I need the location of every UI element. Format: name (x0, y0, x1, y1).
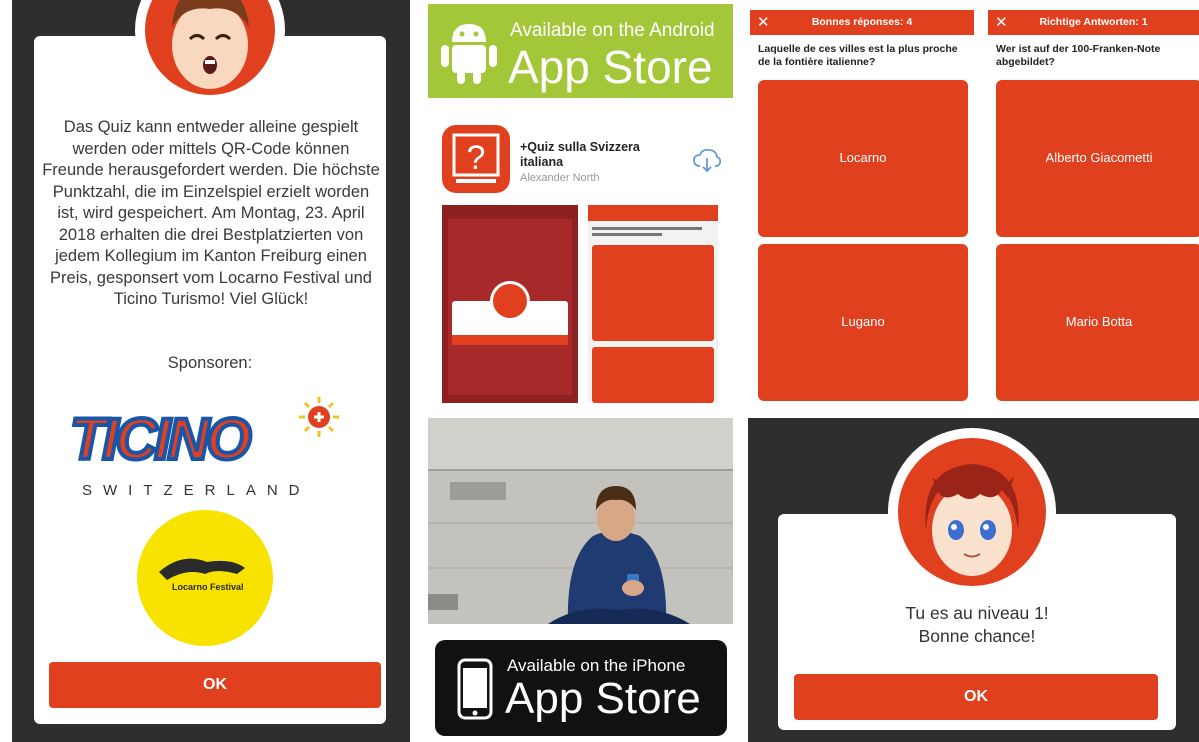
score-label-fr: Bonnes réponses: 4 (811, 16, 913, 28)
quiz-screen-fr: Bonnes réponses: 4 ✕ Laquelle de ces vil… (750, 10, 974, 410)
svg-text:Locarno Festival: Locarno Festival (172, 582, 244, 592)
sponsors-heading: Sponsoren: (167, 354, 253, 372)
level-line1: Tu es au niveau 1! (905, 603, 1049, 623)
screenshot-thumbnail-1[interactable] (442, 205, 578, 403)
android-badge-line2: App Store (508, 41, 713, 93)
app-author: Alexander North (520, 172, 600, 184)
app-icon[interactable]: ? (442, 125, 510, 193)
android-app-store-badge[interactable]: Available on the Android App Store (428, 4, 733, 98)
screenshot-thumbnail-2[interactable] (588, 205, 718, 403)
answer-label: Locarno (839, 150, 887, 165)
answer-button-giacometti[interactable]: Alberto Giacometti (996, 80, 1199, 237)
answer-label: Alberto Giacometti (1045, 150, 1153, 165)
svg-text:?: ? (467, 139, 486, 177)
iphone-badge-line2: App Store (505, 674, 701, 723)
answer-button-locarno[interactable]: Locarno (758, 80, 968, 237)
iphone-badge-line1: Available on the iPhone (507, 656, 686, 675)
app-title: +Quiz sulla Svizzera italiana (520, 140, 640, 169)
quiz-screen-de: Richtige Antworten: 1 ✕ Wer ist auf der … (988, 10, 1199, 410)
iphone-app-store-badge[interactable]: Available on the iPhone App Store (435, 640, 727, 736)
quiz-header-de: Richtige Antworten: 1 ✕ (988, 10, 1199, 35)
android-robot-icon (441, 24, 497, 84)
svg-text:SWITZERLAND: SWITZERLAND (82, 482, 311, 499)
intro-description: Das Quiz kann entweder alleine gespielt … (42, 118, 380, 308)
quiz-header-fr: Bonnes réponses: 4 ✕ (750, 10, 974, 35)
question-text-fr: Laquelle de ces villes est la plus proch… (758, 43, 958, 68)
locarno-festival-logo: Locarno Festival (137, 510, 273, 646)
level-dialog-backdrop: Tu es au niveau 1! Bonne chance! OK (748, 418, 1199, 742)
ok-button[interactable]: OK (49, 662, 381, 708)
question-mark-icon: ? (452, 133, 500, 183)
close-icon[interactable]: ✕ (995, 10, 1008, 35)
store-panel: Available on the Android App Store ? +Qu… (420, 0, 740, 742)
answer-button-botta[interactable]: Mario Botta (996, 244, 1199, 401)
svg-text:TICINO: TICINO (70, 407, 251, 472)
score-label-de: Richtige Antworten: 1 (1039, 16, 1148, 28)
answer-label: Mario Botta (1065, 314, 1133, 329)
cloud-download-icon[interactable] (692, 148, 722, 174)
question-text-de: Wer ist auf der 100-Franken-Note abgebil… (996, 43, 1161, 68)
student-photo (428, 418, 733, 624)
mascot-smiling-icon (925, 464, 1019, 576)
answer-button-lugano[interactable]: Lugano (758, 244, 968, 401)
android-badge-line1: Available on the Android (510, 20, 715, 41)
level-line2: Bonne chance! (918, 626, 1036, 646)
ticino-logo: TICINO SWITZERLAND (62, 395, 362, 505)
intro-panel: Das Quiz kann entweder alleine gespielt … (12, 0, 410, 742)
answer-label: Lugano (841, 314, 885, 329)
quiz-panel: Bonnes réponses: 4 ✕ Laquelle de ces vil… (748, 0, 1199, 742)
avatar-anime (898, 438, 1046, 586)
ok-button[interactable]: OK (794, 674, 1158, 720)
iphone-icon (457, 658, 493, 720)
close-icon[interactable]: ✕ (757, 10, 770, 35)
level-message: Tu es au niveau 1! Bonne chance! (778, 602, 1176, 648)
